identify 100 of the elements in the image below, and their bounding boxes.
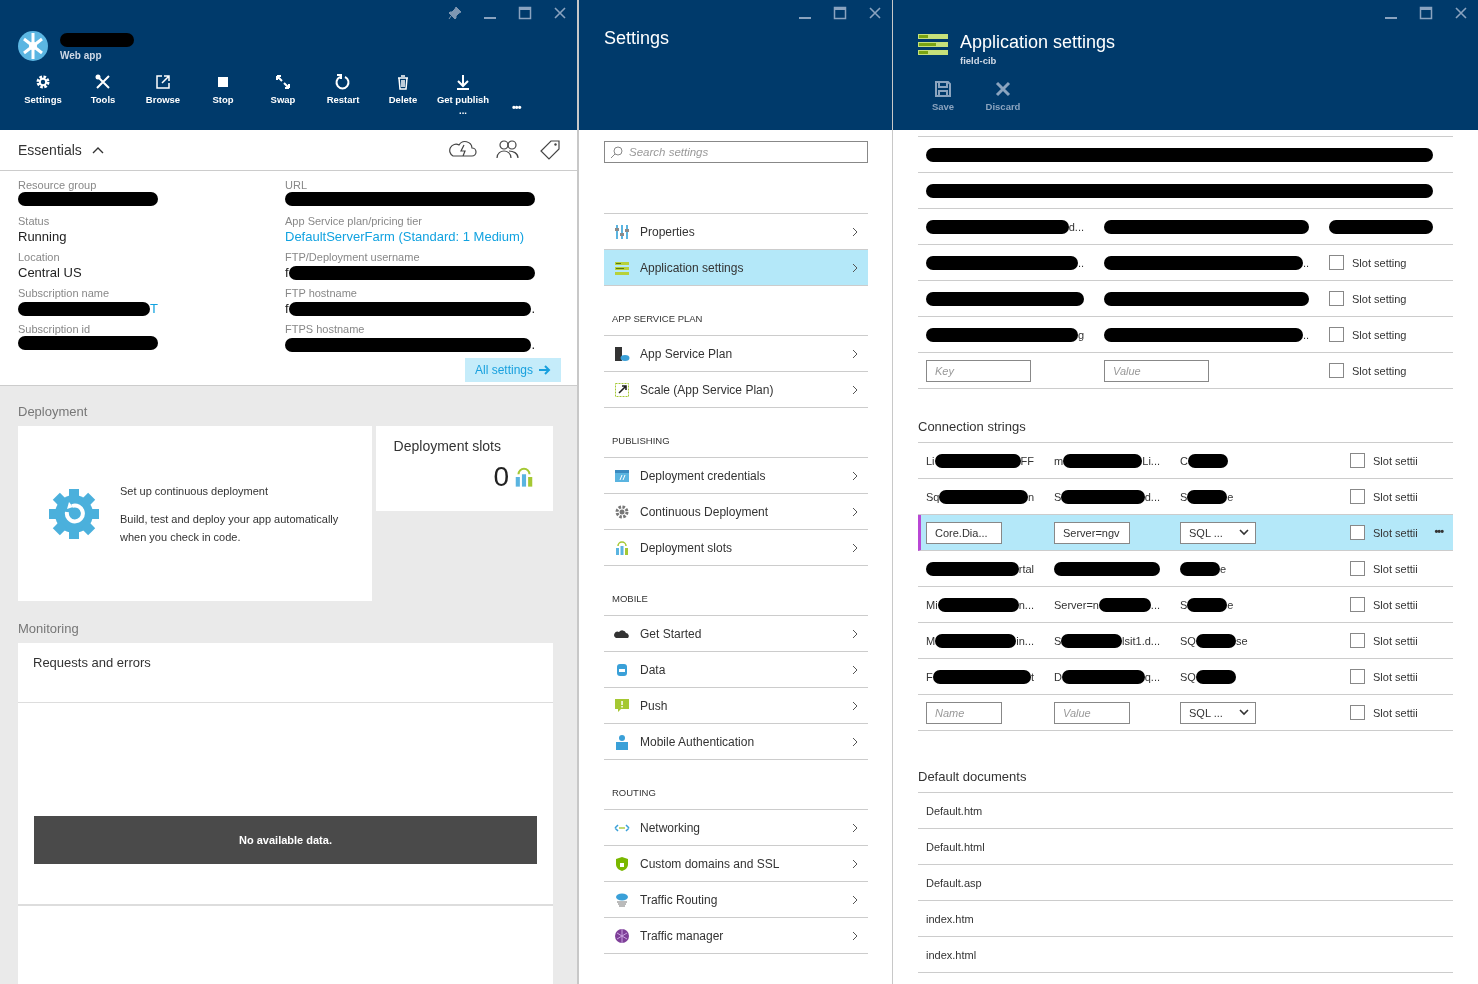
cell-text: d... [1144,490,1160,503]
close-icon [994,80,1012,98]
property-label: FTPS hostname [285,322,366,336]
more-button[interactable]: ••• [512,101,521,113]
checkbox[interactable] [1329,255,1344,270]
cell-text: FF [1020,454,1034,467]
user-icon [614,733,630,750]
close-icon[interactable] [553,6,567,20]
checkbox[interactable] [1329,291,1344,306]
search-field[interactable]: Search settings [604,141,868,163]
input-field[interactable]: Core.Dia... [926,521,1002,544]
cell-text: ... [1150,598,1160,611]
table-row[interactable]: Li FF m Li... C Slot settii [918,443,1453,479]
menu-item[interactable]: Scale (App Service Plan) [604,372,868,408]
toolbar-button[interactable]: Settings [13,73,73,105]
deployment-slots-card[interactable]: Deployment slots 0 [375,426,553,511]
cell-text: Sq [926,490,940,503]
maximize-icon[interactable] [833,6,847,20]
cell-text: C [1180,454,1188,467]
cell-text: SQ [1180,634,1196,647]
external-link-icon [154,73,172,91]
users-icon[interactable] [495,139,521,159]
menu-item[interactable]: Push [604,688,868,724]
table-row[interactable]: Mi n... Server=n ... S e Slot settii [918,587,1453,623]
close-icon[interactable] [1454,6,1468,20]
toolbar-button[interactable]: Browse [133,73,193,105]
more-button[interactable]: ••• [1434,525,1443,537]
card-title: Deployment slots [393,438,502,454]
menu-item[interactable]: Get Started [604,616,868,652]
input-field[interactable]: Server=ngv [1054,521,1130,544]
chevron-icon[interactable] [91,146,104,154]
checkbox[interactable] [1329,363,1344,378]
cloud-icon[interactable] [449,139,477,159]
checkbox-label: Slot setting [1352,328,1407,341]
table-row[interactable]: Name Value SQL ... Slot settii [918,695,1453,731]
toolbar-button[interactable]: Restart [313,73,373,105]
deployment-card[interactable]: Set up continuous deployment Build, test and deploy your app automatically when you check in code. [18,426,372,601]
section-title: Connection strings [918,419,1027,434]
menu-item[interactable]: Traffic manager [604,918,868,954]
toolbar-button[interactable]: Tools [73,73,133,105]
search-icon [610,146,623,159]
checkbox-label: Slot settii [1373,670,1418,683]
empty-message: No available data. [34,816,537,864]
table-row[interactable]: Core.Dia... Server=ngv SQL ... Slot settii ••• [918,515,1453,551]
shield-icon [614,855,630,872]
group-heading: PUBLISHING [612,435,670,446]
cell-text: se [1235,634,1248,647]
toolbar-button[interactable]: Get publish ... [436,73,490,116]
cell-text: D [1054,670,1062,683]
toolbar-button[interactable]: Delete [373,73,433,105]
cell-text: .. [1302,256,1309,269]
checkbox[interactable] [1350,669,1365,684]
checkbox[interactable] [1350,597,1365,612]
maximize-icon[interactable] [1419,6,1433,20]
menu-item[interactable]: Mobile Authentication [604,724,868,760]
maximize-icon[interactable] [518,6,532,20]
tag-icon[interactable] [539,139,561,161]
checkbox[interactable] [1350,525,1365,540]
cell-text: S [1180,490,1188,503]
cell-text: n... [1018,598,1034,611]
table-row[interactable]: M in... S lsit1.d... SQ se Slot settii [918,623,1453,659]
credentials-icon [614,467,630,484]
pin-icon[interactable] [448,6,462,20]
chevron-icon [852,930,858,941]
menu-item[interactable]: Networking [604,810,868,846]
checkbox[interactable] [1350,633,1365,648]
menu-item[interactable]: Continuous Deployment [604,494,868,530]
checkbox[interactable] [1350,489,1365,504]
checkbox[interactable] [1350,561,1365,576]
property-value: . [531,336,535,354]
menu-item[interactable]: Custom domains and SSL [604,846,868,882]
globe-icon [18,30,48,61]
checkbox[interactable] [1350,453,1365,468]
property-value: f [285,264,289,282]
checkbox[interactable] [1329,327,1344,342]
cloud-routing-icon [614,891,630,908]
menu-item[interactable]: Deployment credentials [604,458,868,494]
section-title: Monitoring [18,621,80,636]
menu-item[interactable]: Traffic Routing [604,882,868,918]
toolbar-button[interactable]: Stop [193,73,253,105]
close-icon[interactable] [868,6,882,20]
menu-item[interactable]: App Service Plan [604,336,868,372]
table-row[interactable]: rtal e Slot settii [918,551,1453,587]
cell-text: S [1054,634,1062,647]
type-dropdown[interactable]: SQL ... [1180,701,1256,724]
menu-item[interactable]: Data [604,652,868,688]
section-title: Default documents [918,769,1028,784]
cell-text: d... [1068,220,1084,233]
checkbox[interactable] [1350,705,1365,720]
menu-item[interactable]: Deployment slots [604,530,868,566]
chevron-icon [852,628,858,639]
document-name: Default.asp [926,876,982,889]
table-row[interactable]: F t D q... SQ Slot settii [918,659,1453,695]
sliders-icon [614,223,630,240]
menu-item[interactable]: Application settings [604,250,868,286]
cell-text: e [1227,598,1234,611]
toolbar-button[interactable]: Swap [253,73,313,105]
chevron-icon [852,226,858,237]
document-name: Default.html [926,840,985,853]
type-dropdown[interactable]: SQL ... [1180,521,1256,544]
